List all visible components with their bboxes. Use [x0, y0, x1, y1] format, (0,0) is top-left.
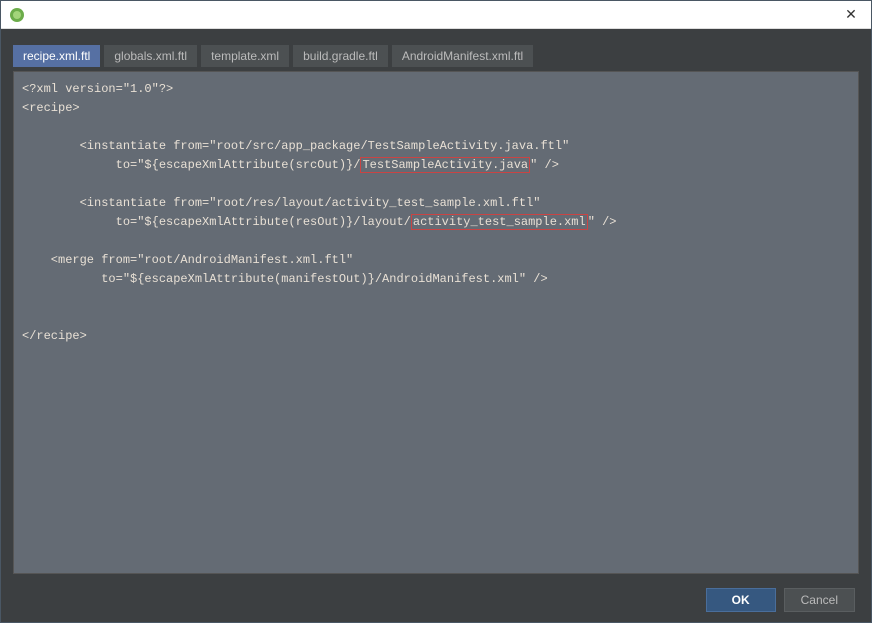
- code-line: " />: [588, 215, 617, 229]
- code-line: <?xml version="1.0"?>: [22, 82, 173, 96]
- tab-android-manifest[interactable]: AndroidManifest.xml.ftl: [392, 45, 533, 67]
- app-icon: [9, 7, 25, 23]
- code-line: to="${escapeXmlAttribute(manifestOut)}/A…: [22, 272, 548, 286]
- code-editor[interactable]: <?xml version="1.0"?> <recipe> <instanti…: [13, 71, 859, 574]
- close-button[interactable]: ✕: [839, 3, 863, 27]
- code-line: <merge from="root/AndroidManifest.xml.ft…: [22, 253, 353, 267]
- tab-globals[interactable]: globals.xml.ftl: [104, 45, 197, 67]
- content-area: recipe.xml.ftl globals.xml.ftl template.…: [1, 29, 871, 622]
- button-row: OK Cancel: [9, 578, 863, 614]
- tab-build-gradle[interactable]: build.gradle.ftl: [293, 45, 388, 67]
- code-line: </recipe>: [22, 329, 87, 343]
- cancel-button[interactable]: Cancel: [784, 588, 855, 612]
- code-line: <recipe>: [22, 101, 80, 115]
- ok-button[interactable]: OK: [706, 588, 776, 612]
- code-line: <instantiate from="root/src/app_package/…: [22, 139, 569, 153]
- code-line: <instantiate from="root/res/layout/activ…: [22, 196, 540, 210]
- highlight-layout-xml: activity_test_sample.xml: [411, 214, 588, 230]
- titlebar: ✕: [1, 1, 871, 29]
- tab-bar: recipe.xml.ftl globals.xml.ftl template.…: [9, 37, 863, 67]
- tab-template[interactable]: template.xml: [201, 45, 289, 67]
- code-line: to="${escapeXmlAttribute(resOut)}/layout…: [22, 215, 411, 229]
- code-line: to="${escapeXmlAttribute(srcOut)}/: [22, 158, 360, 172]
- dialog-window: ✕ recipe.xml.ftl globals.xml.ftl templat…: [0, 0, 872, 623]
- highlight-activity-java: TestSampleActivity.java: [360, 157, 530, 173]
- tab-recipe[interactable]: recipe.xml.ftl: [13, 45, 100, 67]
- code-line: " />: [530, 158, 559, 172]
